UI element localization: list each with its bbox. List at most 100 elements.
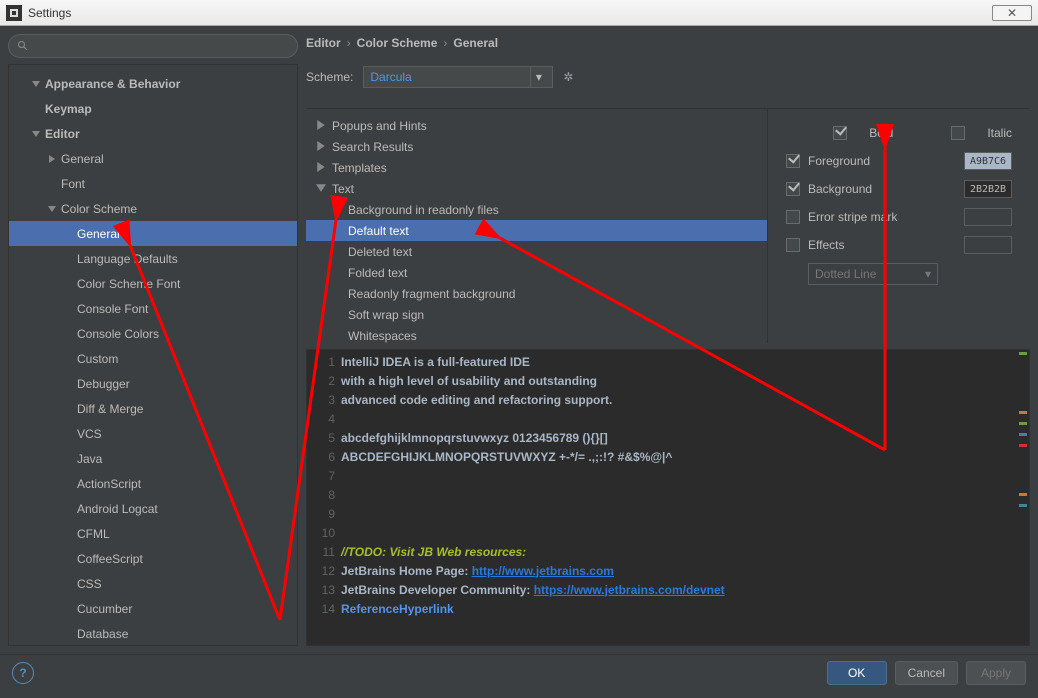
titlebar: Settings ✕ [0,0,1038,26]
app-logo [6,5,22,21]
apply-button[interactable]: Apply [966,661,1026,685]
category-templates[interactable]: Templates [306,157,767,178]
window-title: Settings [28,6,71,20]
help-button[interactable]: ? [12,662,34,684]
tree-item-label: General [61,152,104,166]
tree-item-color-scheme-font[interactable]: Color Scheme Font [9,271,297,296]
tree-item-label: VCS [77,427,102,441]
chevron-down-icon: ▾ [530,67,546,87]
category-deleted-text[interactable]: Deleted text [306,241,767,262]
cancel-button[interactable]: Cancel [895,661,958,685]
ok-button[interactable]: OK [827,661,887,685]
tree-item-label: Diff & Merge [77,402,143,416]
category-label: Folded text [348,266,407,280]
tree-item-color-scheme[interactable]: Color Scheme [9,196,297,221]
tree-item-label: Java [77,452,102,466]
tree-item-label: Language Defaults [77,252,178,266]
tree-item-label: Font [61,177,85,191]
italic-checkbox[interactable] [951,126,965,140]
tree-item-custom[interactable]: Custom [9,346,297,371]
tree-item-keymap[interactable]: Keymap [9,96,297,121]
breadcrumb: Editor› Color Scheme› General [306,34,1030,58]
category-soft-wrap-sign[interactable]: Soft wrap sign [306,304,767,325]
effects-type-combo[interactable]: Dotted Line▾ [808,263,938,285]
foreground-checkbox[interactable] [786,154,800,168]
tree-item-label: CFML [77,527,110,541]
category-popups-and-hints[interactable]: Popups and Hints [306,115,767,136]
foreground-swatch[interactable]: A9B7C6 [964,152,1012,170]
preview-link[interactable]: http://www.jetbrains.com [472,564,614,578]
tree-item-label: Cucumber [77,602,132,616]
tree-item-label: Color Scheme [61,202,137,216]
tree-item-label: Custom [77,352,118,366]
gear-icon[interactable]: ✲ [563,70,573,84]
category-whitespaces[interactable]: Whitespaces [306,325,767,343]
settings-search-input[interactable] [8,34,298,58]
category-label: Templates [332,161,387,175]
tree-item-label: Keymap [45,102,92,116]
effects-swatch[interactable] [964,236,1012,254]
settings-tree[interactable]: Appearance & Behavior Keymap Editor General… [8,64,298,646]
tree-item-debugger[interactable]: Debugger [9,371,297,396]
tree-item-font[interactable]: Font [9,171,297,196]
tree-item-editor[interactable]: Editor [9,121,297,146]
tree-item-coffeescript[interactable]: CoffeeScript [9,546,297,571]
tree-item-label: Database [77,627,128,641]
category-readonly-fragment-background[interactable]: Readonly fragment background [306,283,767,304]
tree-item-label: Android Logcat [77,502,158,516]
tree-item-css[interactable]: CSS [9,571,297,596]
preview-link[interactable]: https://www.jetbrains.com/devnet [534,583,725,597]
tree-item-cfml[interactable]: CFML [9,521,297,546]
category-label: Readonly fragment background [348,287,515,301]
tree-item-actionscript[interactable]: ActionScript [9,471,297,496]
tree-item-java[interactable]: Java [9,446,297,471]
scheme-combo[interactable]: Darcula ▾ [363,66,553,88]
dialog-footer: ? OK Cancel Apply [0,654,1038,690]
tree-item-appearance-behavior[interactable]: Appearance & Behavior [9,71,297,96]
category-default-text[interactable]: Default text [306,220,767,241]
tree-item-label: CoffeeScript [77,552,143,566]
background-swatch[interactable]: 2B2B2B [964,180,1012,198]
tree-item-label: Console Font [77,302,148,316]
category-label: Whitespaces [348,329,417,343]
category-folded-text[interactable]: Folded text [306,262,767,283]
tree-item-vcs[interactable]: VCS [9,421,297,446]
tree-item-label: Appearance & Behavior [45,77,180,91]
tree-item-database[interactable]: Database [9,621,297,646]
category-text[interactable]: Text [306,178,767,199]
category-label: Popups and Hints [332,119,427,133]
tree-item-label: Color Scheme Font [77,277,180,291]
tree-item-android-logcat[interactable]: Android Logcat [9,496,297,521]
category-label: Search Results [332,140,413,154]
tree-item-label: Debugger [77,377,130,391]
gutter-marks [1019,352,1027,515]
background-checkbox[interactable] [786,182,800,196]
tree-item-label: CSS [77,577,102,591]
category-label: Deleted text [348,245,412,259]
window-close-button[interactable]: ✕ [992,5,1032,21]
scheme-label: Scheme: [306,70,353,84]
bold-checkbox[interactable] [833,126,847,140]
search-icon [17,40,29,52]
category-list[interactable]: Popups and Hints Search Results Templates T… [306,109,768,343]
category-search-results[interactable]: Search Results [306,136,767,157]
tree-item-label: ActionScript [77,477,141,491]
category-label: Soft wrap sign [348,308,424,322]
errorstripe-swatch[interactable] [964,208,1012,226]
category-label: Default text [348,224,409,238]
category-label: Text [332,182,354,196]
tree-item-general[interactable]: General [9,146,297,171]
tree-item-console-font[interactable]: Console Font [9,296,297,321]
effects-checkbox[interactable] [786,238,800,252]
tree-item-language-defaults[interactable]: Language Defaults [9,246,297,271]
tree-item-label: Editor [45,127,80,141]
category-label: Background in readonly files [348,203,499,217]
tree-item-cucumber[interactable]: Cucumber [9,596,297,621]
style-options-panel: Bold Italic Foreground A9B7C6 Background… [768,109,1030,343]
tree-item-label: General [77,227,120,241]
tree-item-diff-merge[interactable]: Diff & Merge [9,396,297,421]
category-background-in-readonly-files[interactable]: Background in readonly files [306,199,767,220]
tree-item-console-colors[interactable]: Console Colors [9,321,297,346]
tree-item-general[interactable]: General [9,221,297,246]
errorstripe-checkbox[interactable] [786,210,800,224]
